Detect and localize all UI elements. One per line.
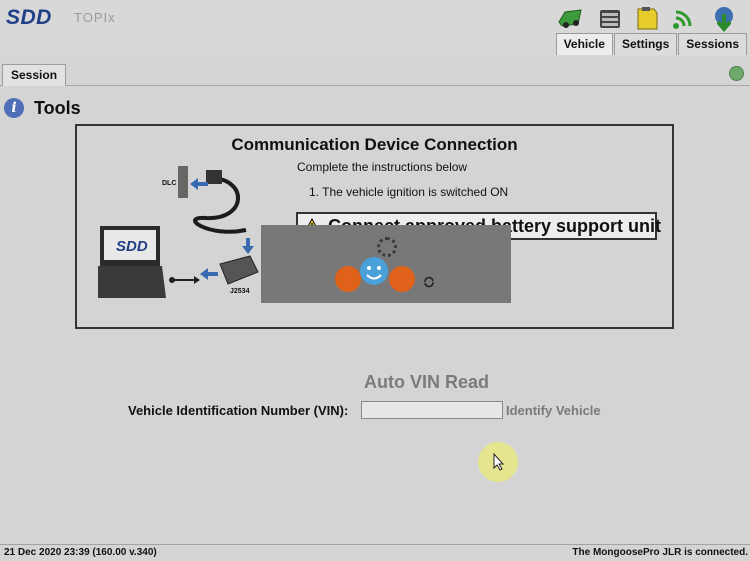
tab-sessions[interactable]: Sessions (678, 33, 747, 55)
panel-title: Communication Device Connection (231, 135, 518, 154)
j2534-label: J2534 (230, 288, 250, 295)
step-number: 1. (309, 185, 320, 199)
top-bar: SDD TOPIx Vehicle Settings Sessions (0, 0, 750, 56)
tab-session[interactable]: Session (2, 64, 67, 86)
loading-spinner-icon (377, 237, 397, 257)
tab-settings[interactable]: Settings (613, 33, 678, 55)
refresh-icon[interactable] (729, 66, 744, 81)
sync-icon (424, 276, 434, 288)
signal-icon[interactable] (670, 4, 698, 32)
vin-input[interactable] (361, 401, 503, 419)
session-bar: Session (0, 62, 750, 86)
mouse-cursor-icon (493, 453, 505, 471)
identify-vehicle-button[interactable]: Identify Vehicle (506, 403, 601, 418)
diagram-illustration (96, 166, 259, 298)
step-text: The vehicle ignition is switched ON (322, 185, 509, 199)
topix-label: TOPIx (74, 10, 116, 25)
settings-icon[interactable] (596, 4, 624, 32)
vin-label: Vehicle Identification Number (VIN): (128, 403, 349, 418)
status-datetime: 21 Dec 2020 23:39 (160.00 v.340) (4, 547, 157, 558)
panel-instructions: Complete the instructions below (297, 160, 468, 174)
sdd-logo: SDD (6, 6, 52, 29)
page-title: Tools (34, 98, 81, 118)
instruction-step: 1. The vehicle ignition is switched ON (309, 185, 508, 199)
connection-diagram: DLC J2534 SDD (96, 160, 264, 306)
vehicle-icon[interactable] (556, 4, 584, 32)
auto-vin-title: Auto VIN Read (364, 372, 490, 392)
watermark-logo (335, 257, 415, 292)
download-icon[interactable] (710, 4, 738, 32)
sessions-icon[interactable] (633, 4, 661, 32)
laptop-screen-label: SDD (116, 238, 148, 255)
loading-overlay (261, 225, 511, 303)
tab-vehicle[interactable]: Vehicle (555, 33, 613, 55)
status-bar: 21 Dec 2020 23:39 (160.00 v.340) The Mon… (0, 544, 750, 561)
status-connection: The MongoosePro JLR is connected. (572, 547, 748, 558)
dlc-label: DLC (162, 180, 177, 187)
info-icon: i (4, 98, 24, 118)
main-tabs: Vehicle Settings Sessions (555, 33, 747, 55)
